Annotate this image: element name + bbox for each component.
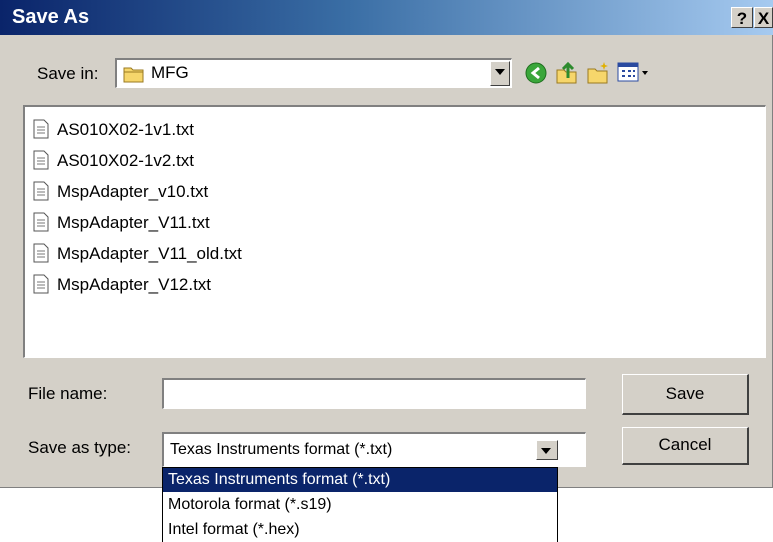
file-name: AS010X02-1v1.txt xyxy=(57,120,195,139)
save-as-type-options[interactable]: Texas Instruments format (*.txt) Motorol… xyxy=(162,467,558,542)
file-name: MspAdapter_V12.txt xyxy=(57,275,212,294)
file-list[interactable]: AS010X02-1v1.txt AS010X02-1v2.txt MspAda… xyxy=(23,105,766,358)
file-name: AS010X02-1v2.txt xyxy=(57,151,195,170)
dropdown-option[interactable]: Motorola format (*.s19) xyxy=(163,493,557,517)
save-as-type-label: Save as type: xyxy=(28,438,132,457)
dropdown-option[interactable]: Texas Instruments format (*.txt) xyxy=(163,468,557,492)
title-bar[interactable]: Save As ? X xyxy=(0,0,773,35)
file-name: MspAdapter_V11.txt xyxy=(57,213,210,232)
save-in-label: Save in: xyxy=(37,64,99,83)
up-folder-icon[interactable] xyxy=(554,60,580,86)
file-name: MspAdapter_v10.txt xyxy=(57,182,209,201)
cancel-button[interactable]: Cancel xyxy=(622,427,749,465)
text-file-icon xyxy=(33,274,49,294)
chevron-down-icon[interactable] xyxy=(536,440,558,460)
folder-icon xyxy=(123,67,144,83)
dropdown-option[interactable]: Intel format (*.hex) xyxy=(163,518,557,542)
file-name-label: File name: xyxy=(28,384,108,403)
file-name: MspAdapter_V11_old.txt xyxy=(57,244,242,263)
back-icon[interactable] xyxy=(523,60,549,86)
new-folder-icon[interactable] xyxy=(585,60,611,86)
save-as-type-value: Texas Instruments format (*.txt) xyxy=(170,441,393,458)
save-as-dialog: Save As ? X Save in: MFG AS010X02-1v1.tx… xyxy=(0,0,773,488)
close-button[interactable]: X xyxy=(754,7,773,28)
window-title: Save As xyxy=(12,6,90,28)
save-button[interactable]: Save xyxy=(622,374,749,415)
help-button[interactable]: ? xyxy=(731,7,753,28)
text-file-icon xyxy=(33,150,49,170)
text-file-icon xyxy=(33,243,49,263)
save-in-value: MFG xyxy=(151,63,189,82)
save-in-dropdown[interactable]: MFG xyxy=(115,58,512,88)
text-file-icon xyxy=(33,181,49,201)
file-name-input[interactable] xyxy=(162,378,586,409)
chevron-down-icon[interactable] xyxy=(490,61,510,86)
text-file-icon xyxy=(33,212,49,232)
view-menu-icon[interactable] xyxy=(616,60,652,86)
save-as-type-dropdown[interactable]: Texas Instruments format (*.txt) xyxy=(162,432,586,467)
text-file-icon xyxy=(33,119,49,139)
